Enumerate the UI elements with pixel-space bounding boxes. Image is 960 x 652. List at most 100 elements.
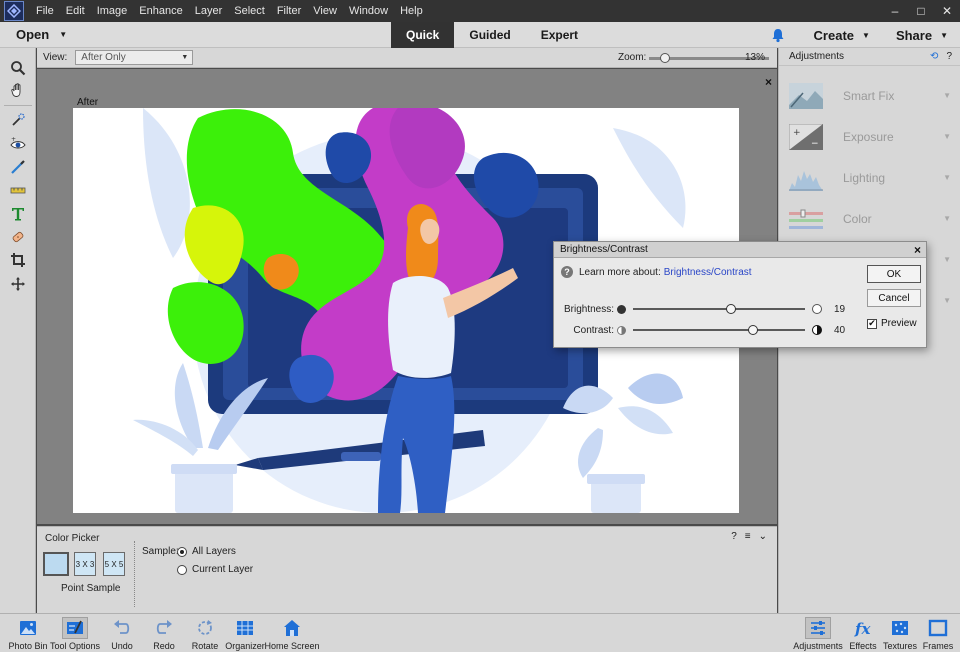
help-icon[interactable]: ? bbox=[946, 51, 952, 62]
maximize-button[interactable]: □ bbox=[908, 0, 934, 22]
spot-healing-brush-icon[interactable] bbox=[8, 227, 28, 247]
adjustment-label: Color bbox=[843, 211, 872, 226]
menu-filter[interactable]: Filter bbox=[271, 5, 307, 17]
zoom-tool-icon[interactable] bbox=[8, 58, 28, 78]
bottom-label: Home Screen bbox=[264, 641, 320, 651]
chevron-down-icon: ▼ bbox=[943, 214, 951, 223]
type-tool-icon[interactable] bbox=[8, 204, 28, 224]
chevron-down-icon: ▼ bbox=[940, 30, 948, 40]
adjustment-exposure[interactable]: + − Exposure ▼ bbox=[779, 116, 960, 157]
share-button[interactable]: Share ▼ bbox=[896, 28, 948, 43]
view-dropdown-value: After Only bbox=[81, 52, 126, 63]
svg-text:fx: fx bbox=[854, 620, 871, 638]
tab-guided[interactable]: Guided bbox=[454, 22, 525, 48]
menu-help[interactable]: Help bbox=[394, 5, 429, 17]
hand-tool-icon[interactable] bbox=[8, 80, 28, 100]
after-label: After bbox=[77, 97, 99, 108]
minimize-button[interactable]: – bbox=[882, 0, 908, 22]
straighten-tool-icon[interactable] bbox=[8, 180, 28, 200]
zoom-slider-thumb[interactable] bbox=[659, 53, 670, 63]
ok-button[interactable]: OK bbox=[867, 265, 921, 283]
zoom-value: 13% bbox=[745, 52, 766, 63]
options-divider bbox=[134, 541, 135, 607]
contrast-slider-thumb[interactable] bbox=[748, 325, 759, 335]
learn-more-link[interactable]: Brightness/Contrast bbox=[664, 267, 752, 278]
sample-3x3-button[interactable]: 3 X 3 bbox=[74, 552, 96, 576]
mode-tabs: Quick Guided Expert bbox=[391, 22, 593, 48]
rotate-icon bbox=[198, 620, 212, 635]
menu-select[interactable]: Select bbox=[228, 5, 271, 17]
point-sample-button[interactable] bbox=[43, 552, 69, 576]
svg-text:+: + bbox=[11, 136, 16, 143]
radio-current-layer[interactable]: Current Layer bbox=[177, 564, 253, 575]
home-screen-button[interactable]: Home Screen bbox=[264, 617, 320, 652]
tab-quick[interactable]: Quick bbox=[391, 22, 455, 48]
menu-edit[interactable]: Edit bbox=[60, 5, 91, 17]
brightness-label: Brightness: bbox=[563, 303, 614, 315]
bottom-label: Organizer bbox=[225, 641, 265, 651]
tab-expert[interactable]: Expert bbox=[526, 22, 593, 48]
close-icon[interactable]: × bbox=[765, 75, 772, 89]
brightness-row: Brightness: 19 bbox=[554, 301, 854, 317]
frames-button[interactable]: Frames bbox=[910, 617, 960, 652]
bottom-label: Photo Bin bbox=[8, 641, 48, 651]
collapse-chevron-icon[interactable]: ⌄ bbox=[759, 531, 767, 542]
brightness-slider[interactable] bbox=[633, 304, 805, 314]
undo-icon bbox=[114, 620, 130, 634]
chevron-down-icon: ▼ bbox=[943, 296, 951, 305]
window-controls: – □ ✕ bbox=[882, 0, 960, 22]
whiten-teeth-tool-icon[interactable] bbox=[8, 157, 28, 177]
open-button[interactable]: Open ▼ bbox=[0, 27, 70, 42]
menu-layer[interactable]: Layer bbox=[189, 5, 229, 17]
chevron-down-icon: ▼ bbox=[943, 173, 951, 182]
menu-enhance[interactable]: Enhance bbox=[133, 5, 188, 17]
adjustments-title: Adjustments bbox=[789, 51, 845, 62]
preview-row: ✔ Preview bbox=[867, 318, 917, 329]
contrast-slider[interactable] bbox=[633, 325, 805, 335]
adjustment-smart-fix[interactable]: Smart Fix ▼ bbox=[779, 75, 960, 116]
close-window-button[interactable]: ✕ bbox=[934, 0, 960, 22]
open-label: Open bbox=[16, 27, 50, 42]
dark-circle-icon bbox=[617, 304, 626, 314]
mode-bar: Open ▼ Quick Guided Expert Create ▼ Shar… bbox=[0, 22, 960, 48]
app-logo-icon[interactable] bbox=[4, 1, 24, 21]
home-icon bbox=[284, 620, 300, 636]
bottom-label: Rotate bbox=[191, 641, 219, 651]
menu-image[interactable]: Image bbox=[91, 5, 134, 17]
menu-file[interactable]: File bbox=[30, 5, 60, 17]
radio-button[interactable] bbox=[177, 546, 187, 557]
help-icon[interactable]: ? bbox=[731, 531, 737, 542]
adjustment-color[interactable]: Color ▼ bbox=[779, 198, 960, 239]
red-eye-tool-icon[interactable]: + bbox=[8, 134, 28, 154]
preview-checkbox[interactable]: ✔ bbox=[867, 318, 877, 329]
adjustments-header: Adjustments ⟲ ? bbox=[779, 48, 960, 66]
brightness-slider-thumb[interactable] bbox=[726, 304, 737, 314]
move-tool-icon[interactable] bbox=[8, 274, 28, 294]
menu-window[interactable]: Window bbox=[343, 5, 394, 17]
tool-options-panel: Color Picker ? ≡ ⌄ 3 X 3 5 X 5 Point Sam… bbox=[37, 526, 777, 613]
bottom-label: Frames bbox=[922, 641, 954, 651]
cancel-button[interactable]: Cancel bbox=[867, 289, 921, 307]
brightness-value: 19 bbox=[834, 303, 846, 315]
photo-bin-icon bbox=[20, 621, 36, 635]
effects-fx-icon: fx bbox=[854, 620, 871, 638]
contrast-value: 40 bbox=[834, 324, 846, 336]
menu-view[interactable]: View bbox=[307, 5, 343, 17]
create-button[interactable]: Create ▼ bbox=[814, 28, 870, 43]
point-sample-label: Point Sample bbox=[61, 583, 121, 594]
view-dropdown[interactable]: After Only ▼ bbox=[75, 50, 194, 65]
light-circle-icon bbox=[812, 304, 822, 314]
quick-selection-tool-icon[interactable] bbox=[8, 110, 28, 130]
dialog-close-icon[interactable]: × bbox=[914, 243, 921, 257]
bottom-label: Tool Options bbox=[49, 641, 101, 651]
lighting-histogram-icon bbox=[789, 170, 823, 191]
panel-menu-icon[interactable]: ≡ bbox=[745, 531, 751, 542]
bell-icon[interactable] bbox=[770, 27, 786, 43]
chevron-down-icon: ▼ bbox=[59, 30, 68, 39]
radio-all-layers[interactable]: All Layers bbox=[177, 546, 236, 557]
crop-tool-icon[interactable] bbox=[8, 250, 28, 270]
radio-button[interactable] bbox=[177, 564, 187, 575]
reset-icon[interactable]: ⟲ bbox=[930, 51, 938, 62]
sample-5x5-button[interactable]: 5 X 5 bbox=[103, 552, 125, 576]
adjustment-lighting[interactable]: Lighting ▼ bbox=[779, 157, 960, 198]
